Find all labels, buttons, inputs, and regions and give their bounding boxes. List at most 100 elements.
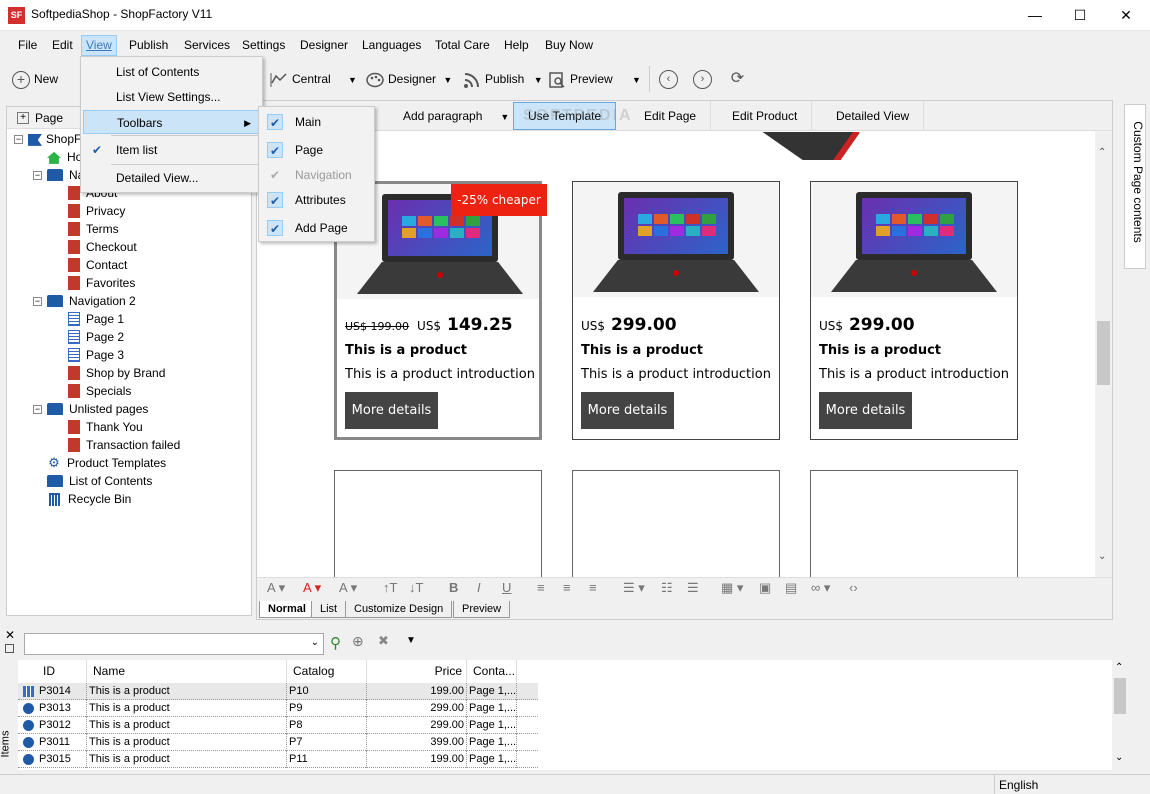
scroll-down-icon[interactable]: ⌄: [1098, 551, 1106, 562]
tree-item-list-of-contents[interactable]: List of Contents: [47, 472, 152, 490]
preview-button[interactable]: Preview ▼: [548, 68, 641, 90]
product-name[interactable]: This is a product: [819, 343, 941, 358]
new-button[interactable]: + New: [12, 68, 58, 90]
scrollbar-thumb[interactable]: [1114, 678, 1126, 714]
scroll-up-icon[interactable]: ⌃: [1115, 662, 1123, 673]
font-icon[interactable]: A ▾: [267, 580, 285, 596]
font-color-icon[interactable]: A ▾: [303, 580, 321, 596]
menu-publish[interactable]: Publish: [125, 35, 172, 56]
options-dropdown-icon[interactable]: ▼: [406, 635, 416, 646]
scroll-up-icon[interactable]: ⌃: [1098, 147, 1106, 158]
publish-dropdown-icon[interactable]: ▼: [534, 75, 543, 85]
add-page-icon[interactable]: +: [17, 112, 29, 124]
detailed-view-button[interactable]: Detailed View: [822, 101, 925, 131]
menu-item-item-list[interactable]: ✔ Item list: [83, 138, 260, 162]
tree-item-page-3[interactable]: Page 3: [68, 346, 124, 364]
column-header-contains[interactable]: Conta...: [467, 660, 517, 682]
menu-languages[interactable]: Languages: [358, 35, 425, 56]
forward-arrow-icon[interactable]: ›: [693, 70, 712, 89]
tree-item-privacy[interactable]: Privacy: [68, 202, 125, 220]
more-details-button[interactable]: More details: [345, 392, 438, 429]
column-header-id[interactable]: ID: [37, 660, 87, 682]
tree-item-unlisted-pages[interactable]: Unlisted pages: [47, 400, 148, 418]
tab-normal[interactable]: Normal: [259, 601, 315, 618]
menu-designer[interactable]: Designer: [296, 35, 352, 56]
product-card[interactable]: US$ 299.00 This is a product This is a p…: [810, 181, 1018, 440]
zoom-icon[interactable]: ⊕: [352, 633, 364, 650]
align-left-icon[interactable]: ≡: [537, 580, 545, 595]
vertical-scrollbar[interactable]: ⌃ ⌄: [1095, 131, 1112, 581]
product-card[interactable]: US$ 299.00 This is a product This is a p…: [572, 181, 780, 440]
code-icon[interactable]: ‹›: [849, 580, 858, 595]
designer-dropdown-icon[interactable]: ▼: [443, 75, 452, 85]
more-details-button[interactable]: More details: [819, 392, 912, 429]
more-details-button[interactable]: More details: [581, 392, 674, 429]
publish-button[interactable]: Publish ▼: [463, 68, 543, 90]
page-tab-label[interactable]: Page: [35, 111, 63, 125]
search-icon[interactable]: ⚲: [330, 634, 341, 652]
table-icon[interactable]: ▦ ▾: [721, 580, 743, 596]
designer-button[interactable]: Designer ▼: [366, 68, 452, 90]
indent-icon[interactable]: ☰ ▾: [623, 580, 645, 596]
image-icon[interactable]: ▣: [759, 580, 771, 596]
align-center-icon[interactable]: ≡: [563, 580, 571, 595]
tree-item-terms[interactable]: Terms: [68, 220, 119, 238]
tree-item-favorites[interactable]: Favorites: [68, 274, 135, 292]
tree-item-recycle-bin[interactable]: Recycle Bin: [47, 490, 131, 508]
restore-panel-icon[interactable]: [5, 644, 14, 653]
central-button[interactable]: Central ▼: [270, 68, 357, 90]
central-dropdown-icon[interactable]: ▼: [348, 75, 357, 85]
text-grow-icon[interactable]: ↑T: [383, 580, 397, 595]
submenu-item-main[interactable]: ✔ Main: [261, 110, 372, 134]
menu-help[interactable]: Help: [500, 35, 533, 56]
tree-item-checkout[interactable]: Checkout: [68, 238, 137, 256]
close-button[interactable]: ✕: [1103, 0, 1149, 31]
table-row[interactable]: P3012 This is a product P8 299.00 Page 1…: [18, 717, 538, 734]
add-paragraph-button[interactable]: Add paragraph ▼: [389, 101, 525, 131]
language-indicator[interactable]: English: [994, 775, 1124, 794]
tree-expander[interactable]: −: [14, 135, 23, 144]
tree-item-page-2[interactable]: Page 2: [68, 328, 124, 346]
product-name[interactable]: This is a product: [581, 343, 703, 358]
tree-expander[interactable]: −: [33, 297, 42, 306]
tree-item-navigation-2[interactable]: Navigation 2: [47, 292, 136, 310]
italic-icon[interactable]: I: [477, 580, 481, 595]
tree-item-navigation[interactable]: Na: [47, 166, 84, 184]
column-header-catalog[interactable]: Catalog num...: [287, 660, 367, 700]
menu-buy-now[interactable]: Buy Now: [541, 35, 597, 56]
refresh-icon[interactable]: ⟳: [728, 70, 747, 89]
table-row[interactable]: P3013 This is a product P9 299.00 Page 1…: [18, 700, 538, 717]
font-size-icon[interactable]: A ▾: [339, 580, 357, 596]
tab-customize-design[interactable]: Customize Design: [345, 601, 453, 618]
menu-item-toolbars[interactable]: Toolbars ▶: [83, 110, 260, 134]
menu-settings[interactable]: Settings: [238, 35, 289, 56]
close-panel-icon[interactable]: ✕: [5, 628, 15, 642]
menu-file[interactable]: File: [14, 35, 41, 56]
edit-product-button[interactable]: Edit Product: [718, 101, 813, 131]
items-side-tab[interactable]: Items: [0, 726, 18, 766]
scroll-down-icon[interactable]: ⌄: [1115, 752, 1123, 763]
tree-item-contact[interactable]: Contact: [68, 256, 127, 274]
tree-item-specials[interactable]: Specials: [68, 382, 131, 400]
menu-services[interactable]: Services: [180, 35, 234, 56]
clear-icon[interactable]: ✖: [378, 633, 389, 649]
column-header-name[interactable]: Name: [87, 660, 287, 682]
tree-expander[interactable]: −: [33, 405, 42, 414]
menu-item-list-view-settings[interactable]: List View Settings...: [83, 85, 260, 109]
table-row[interactable]: P3011 This is a product P7 399.00 Page 1…: [18, 734, 538, 751]
empty-product-slot[interactable]: [334, 470, 542, 578]
chevron-down-icon[interactable]: ⌄: [311, 637, 319, 648]
menu-edit[interactable]: Edit: [48, 35, 77, 56]
tree-item-thank-you[interactable]: Thank You: [68, 418, 143, 436]
product-name[interactable]: This is a product: [345, 343, 467, 358]
table-row[interactable]: P3014 This is a product P10 199.00 Page …: [18, 683, 538, 700]
bullet-list-icon[interactable]: ☰: [687, 580, 699, 596]
custom-page-contents-panel[interactable]: Custom Page contents: [1124, 104, 1146, 269]
minimize-button[interactable]: —: [1012, 0, 1058, 31]
table-scrollbar[interactable]: ⌃ ⌄: [1112, 660, 1128, 770]
tree-expander[interactable]: −: [33, 171, 42, 180]
align-right-icon[interactable]: ≡: [589, 580, 597, 595]
table-row[interactable]: P3015 This is a product P11 199.00 Page …: [18, 751, 538, 768]
tree-item-shop[interactable]: ShopF: [28, 130, 81, 148]
link-icon[interactable]: ∞ ▾: [811, 580, 830, 596]
